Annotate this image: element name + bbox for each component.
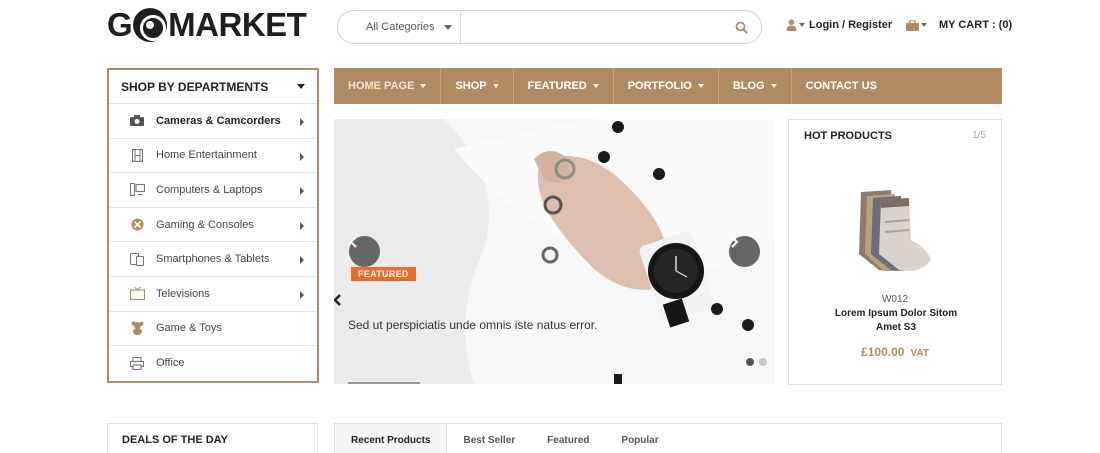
department-item-cameras[interactable]: Cameras & Camcorders: [109, 104, 317, 139]
nav-item-blog[interactable]: BLOG: [719, 68, 792, 104]
nav-item-featured[interactable]: FEATURED: [514, 68, 614, 104]
slider-next-button[interactable]: [729, 236, 760, 267]
tab-best-seller[interactable]: Best Seller: [447, 424, 531, 453]
nav-item-home-page[interactable]: HOME PAGE: [334, 68, 442, 104]
nav-label: BLOG: [732, 80, 765, 92]
department-item-gaming[interactable]: Gaming & Consoles: [109, 208, 317, 243]
chevron-right-icon: [731, 236, 739, 248]
phone-icon: [129, 252, 145, 266]
vat-label: VAT: [910, 348, 929, 359]
chevron-right-icon: [300, 256, 304, 265]
tab-popular[interactable]: Popular: [605, 424, 674, 453]
chevron-down-icon: [799, 23, 805, 27]
department-label: Office: [156, 357, 185, 370]
slider-dot[interactable]: [759, 358, 767, 366]
chevron-down-icon: [297, 84, 305, 89]
search-input[interactable]: [461, 11, 721, 43]
gamepad-icon: [129, 218, 145, 231]
search-icon[interactable]: [721, 11, 761, 43]
nav-item-shop[interactable]: SHOP: [441, 68, 514, 104]
department-label: Smartphones & Tablets: [156, 253, 270, 266]
chevron-down-icon: [444, 25, 452, 30]
hot-products-title: HOT PRODUCTS: [804, 130, 892, 142]
nav-label: CONTACT US: [805, 80, 877, 92]
product-tabs: Recent Products Best Seller Featured Pop…: [334, 423, 1002, 453]
nav-label: SHOP: [455, 80, 487, 92]
category-select[interactable]: All Categories: [338, 11, 461, 43]
hero-image: [334, 119, 775, 384]
logo-letter-g: G: [107, 6, 133, 43]
nav-label: HOME PAGE: [348, 80, 415, 92]
chevron-right-icon: [300, 118, 304, 126]
logo-text: MARKET: [168, 6, 307, 43]
department-item-game-toys[interactable]: Game & Toys: [109, 312, 317, 347]
department-item-home-entertainment[interactable]: Home Entertainment: [109, 139, 317, 174]
hot-products-panel: HOT PRODUCTS 1/5 W012 Lorem Ipsum Dolor …: [788, 119, 1002, 385]
product-name[interactable]: Lorem Ipsum Dolor Sitom Amet S3: [824, 307, 968, 335]
hero-caption-underline: [348, 382, 420, 384]
chevron-down-icon: [592, 84, 599, 88]
computer-icon: [129, 183, 145, 197]
chevron-down-icon: [697, 84, 704, 88]
nav-label: PORTFOLIO: [627, 80, 692, 92]
hero-caption: Sed ut perspiciatis unde omnis iste natu…: [348, 318, 598, 332]
product-price: £100.00: [861, 345, 905, 359]
user-icon: [786, 19, 805, 31]
tab-recent-products[interactable]: Recent Products: [335, 424, 448, 453]
chevron-down-icon: [492, 84, 499, 88]
department-item-computers[interactable]: Computers & Laptops: [109, 173, 317, 208]
camera-icon: [129, 115, 145, 127]
chevron-right-icon: [300, 290, 304, 299]
product-image[interactable]: [851, 182, 941, 282]
cart-icon: [906, 19, 927, 31]
search-bar: All Categories: [337, 10, 762, 44]
department-label: Televisions: [156, 287, 210, 300]
nav-item-portfolio[interactable]: PORTFOLIO: [614, 68, 719, 104]
product-price-row: £100.00 VAT: [789, 345, 1001, 359]
department-item-office[interactable]: Office: [109, 346, 317, 381]
chevron-down-icon: [420, 84, 427, 88]
hero-slider: [334, 119, 775, 384]
chevron-right-icon: [300, 187, 304, 196]
deals-of-the-day-title: DEALS OF THE DAY: [107, 423, 318, 453]
chevron-down-icon: [770, 84, 777, 88]
tv-icon: [129, 287, 145, 301]
department-label: Gaming & Consoles: [156, 218, 254, 231]
departments-menu: SHOP BY DEPARTMENTS Cameras & Camcorders…: [107, 68, 319, 383]
login-register-link[interactable]: Login / Register: [786, 19, 892, 31]
chevron-left-icon: [349, 236, 357, 248]
chevron-down-icon: [921, 23, 927, 27]
hot-products-pager: 1/5: [972, 130, 986, 141]
slider-edge-chevron-icon: [334, 294, 341, 306]
slider-prev-button[interactable]: [349, 236, 380, 267]
chevron-right-icon: [300, 152, 304, 161]
department-label: Cameras & Camcorders: [156, 114, 281, 127]
departments-title: SHOP BY DEPARTMENTS: [121, 79, 269, 94]
login-register-label: Login / Register: [809, 19, 893, 31]
featured-badge: FEATURED: [351, 267, 416, 281]
departments-header[interactable]: SHOP BY DEPARTMENTS: [109, 70, 317, 104]
department-item-televisions[interactable]: Televisions: [109, 277, 317, 312]
tab-featured[interactable]: Featured: [531, 424, 605, 453]
department-label: Computers & Laptops: [156, 183, 263, 196]
chevron-right-icon: [300, 221, 304, 230]
logo-target-icon: [133, 8, 168, 42]
cart-link[interactable]: MY CART : (0): [906, 19, 1012, 31]
teddy-bear-icon: [129, 321, 145, 336]
main-navigation: HOME PAGE SHOP FEATURED PORTFOLIO BLOG C…: [334, 68, 1002, 104]
film-icon: [129, 148, 145, 162]
printer-icon: [129, 356, 145, 370]
product-code: W012: [881, 294, 909, 305]
department-item-smartphones[interactable]: Smartphones & Tablets: [109, 242, 317, 277]
slider-pagination: [746, 358, 767, 366]
nav-label: FEATURED: [527, 80, 587, 92]
cart-label: MY CART : (0): [939, 19, 1013, 31]
category-select-label: All Categories: [366, 21, 435, 33]
slider-dot[interactable]: [746, 358, 754, 366]
site-logo[interactable]: G MARKET: [107, 6, 307, 44]
department-label: Game & Toys: [156, 322, 222, 335]
nav-item-contact-us[interactable]: CONTACT US: [792, 68, 891, 104]
department-label: Home Entertainment: [156, 149, 257, 162]
